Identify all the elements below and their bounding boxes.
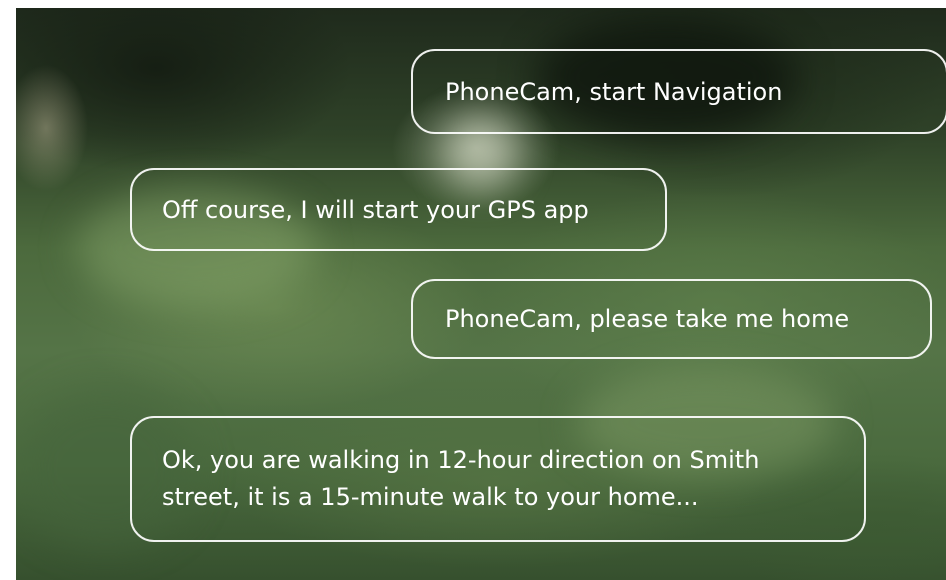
user-message-bubble: PhoneCam, start Navigation — [411, 49, 946, 134]
assistant-message-bubble: Off course, I will start your GPS app — [130, 168, 667, 251]
message-text: Off course, I will start your GPS app — [162, 195, 589, 224]
user-message-bubble: PhoneCam, please take me home — [411, 279, 932, 359]
assistant-message-bubble: Ok, you are walking in 12-hour direction… — [130, 416, 866, 542]
message-text: PhoneCam, please take me home — [445, 305, 850, 333]
message-text: Ok, you are walking in 12-hour direction… — [162, 446, 760, 511]
message-text: PhoneCam, start Navigation — [445, 77, 783, 106]
